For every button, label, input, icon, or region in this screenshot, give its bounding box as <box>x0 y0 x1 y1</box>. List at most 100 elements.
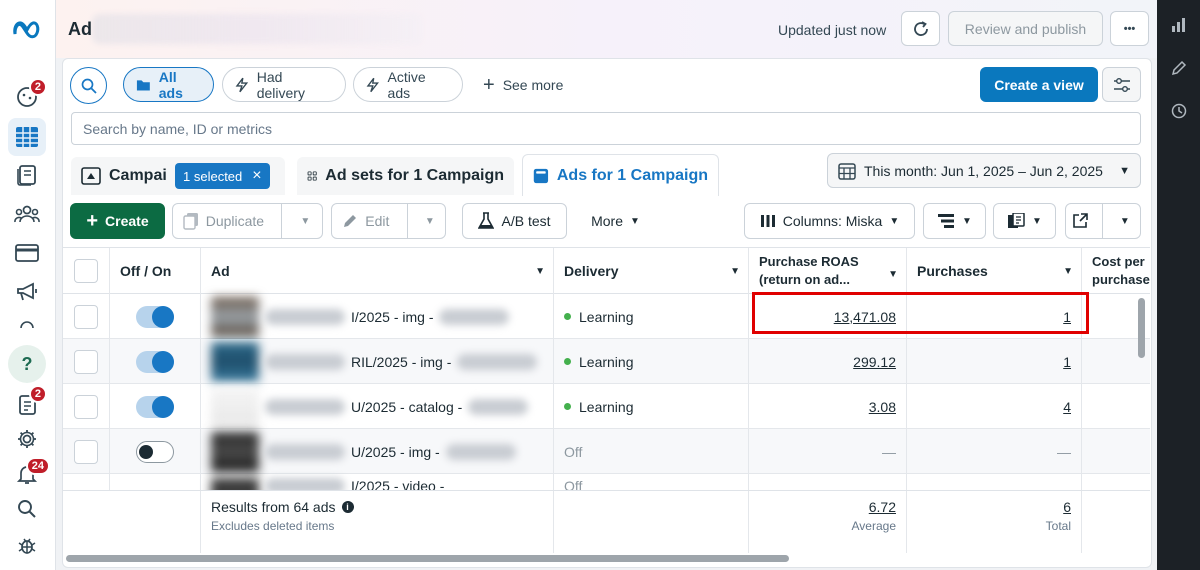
select-all-checkbox[interactable] <box>74 259 98 283</box>
header-purchase-roas[interactable]: Purchase ROAS (return on ad... ▼ <box>749 248 907 294</box>
tab-ad-sets[interactable]: Ad sets for 1 Campaign <box>297 157 514 195</box>
audiences-icon[interactable] <box>8 195 46 233</box>
ad-on-off-toggle[interactable] <box>136 395 174 418</box>
row-checkbox[interactable] <box>74 304 98 329</box>
purchases-value[interactable]: 1 <box>907 339 1082 384</box>
campaign-flag-icon <box>81 167 101 185</box>
purchase-roas-value[interactable]: 13,471.08 <box>749 294 907 339</box>
ad-name-cell[interactable]: I/2025 - img - <box>201 294 554 339</box>
edit-dropdown-chevron-icon[interactable]: ▼ <box>415 216 445 227</box>
table-row[interactable]: RIL/2025 - img - Learning 299.12 1 <box>63 339 1150 384</box>
ads-manager-table-icon[interactable] <box>8 118 46 156</box>
vertical-scrollbar[interactable] <box>1138 298 1145 358</box>
duplicate-dropdown-chevron-icon[interactable]: ▼ <box>289 216 322 227</box>
meta-logo-icon[interactable] <box>8 10 46 48</box>
left-nav-rail: 2 ? 2 24 <box>0 0 56 570</box>
delivery-status: Off <box>564 443 583 460</box>
header-delivery[interactable]: Delivery ▼ <box>554 248 749 294</box>
date-range-picker[interactable]: This month: Jun 1, 2025 – Jun 2, 2025 ▼ <box>827 153 1141 188</box>
filter-active-ads[interactable]: Active ads <box>353 67 463 102</box>
table-row[interactable]: I/2025 - img - Learning 13,471.08 1 <box>63 294 1150 339</box>
ad-on-off-toggle[interactable] <box>136 440 174 463</box>
clear-selection-icon[interactable]: × <box>252 167 261 185</box>
ad-name-cell[interactable]: U/2025 - img - <box>201 429 554 474</box>
refresh-button[interactable] <box>901 11 940 46</box>
history-clock-icon[interactable] <box>1167 99 1191 123</box>
table-row[interactable]: U/2025 - catalog - Learning 3.08 4 <box>63 384 1150 429</box>
ad-on-off-toggle[interactable] <box>136 350 174 373</box>
filter-settings-button[interactable] <box>1102 67 1141 102</box>
bar-chart-icon[interactable] <box>1167 13 1191 37</box>
header-cost-per-purchase[interactable]: Cost per purchase <box>1082 248 1150 294</box>
search-input[interactable] <box>71 112 1141 145</box>
more-actions-button[interactable]: More ▼ <box>578 203 653 239</box>
table-row[interactable]: U/2025 - img - Off — — <box>63 429 1150 474</box>
filter-had-delivery[interactable]: Had delivery <box>222 67 346 102</box>
purchases-value[interactable]: 4 <box>907 384 1082 429</box>
bell-icon[interactable]: 24 <box>8 455 50 493</box>
bug-report-icon[interactable] <box>8 526 46 564</box>
pencil-icon <box>344 215 357 227</box>
reports-button[interactable]: ▼ <box>993 203 1056 239</box>
ad-name-cell[interactable]: U/2025 - catalog - <box>201 384 554 429</box>
header-ad[interactable]: Ad ▼ <box>201 248 554 294</box>
tab-ads[interactable]: Ads for 1 Campaign <box>522 154 719 196</box>
status-dot <box>564 403 571 410</box>
redacted-text <box>265 353 345 370</box>
help-icon[interactable]: ? <box>8 345 46 383</box>
export-dropdown-chevron-icon[interactable]: ▼ <box>1110 216 1140 227</box>
review-publish-button[interactable]: Review and publish <box>948 11 1103 46</box>
search-icon[interactable] <box>8 490 46 528</box>
tab-campaigns[interactable]: Campaigns 1 selected × <box>71 157 285 195</box>
ads-table: Off / On Ad ▼ Delivery ▼ Purchase ROAS (… <box>63 247 1150 553</box>
row-checkbox[interactable] <box>74 349 98 374</box>
purchase-roas-value[interactable]: 299.12 <box>749 339 907 384</box>
purchases-value[interactable]: 1 <box>907 294 1082 339</box>
create-view-button[interactable]: Create a view <box>980 67 1098 102</box>
billing-card-icon[interactable] <box>8 234 46 272</box>
pencil-icon[interactable] <box>1167 56 1191 80</box>
account-icon[interactable]: 2 <box>8 78 47 116</box>
info-icon[interactable]: i <box>341 501 354 513</box>
chevron-down-icon: ▼ <box>889 215 900 227</box>
export-button[interactable]: ▼ <box>1065 203 1141 239</box>
ab-test-button[interactable]: A/B test <box>462 203 567 239</box>
summary-purchases-sub: Total <box>1045 519 1071 533</box>
row-toggle-cell <box>110 429 201 474</box>
delivery-cell: Learning <box>554 294 749 339</box>
settings-gear-icon[interactable] <box>8 420 46 458</box>
row-checkbox[interactable] <box>74 394 98 419</box>
delivery-cell: Learning <box>554 384 749 429</box>
columns-selector[interactable]: Columns: Miska ▼ <box>744 203 915 239</box>
selected-count-badge[interactable]: 1 selected × <box>175 163 270 189</box>
megaphone-icon[interactable] <box>8 273 46 311</box>
purchase-roas-value[interactable]: 3.08 <box>749 384 907 429</box>
duplicate-button[interactable]: Duplicate ▼ <box>172 203 323 239</box>
row-toggle-cell <box>110 384 201 429</box>
filter-all-ads[interactable]: All ads <box>123 67 214 102</box>
loading-icon <box>8 310 46 340</box>
delivery-status: Learning <box>579 353 634 370</box>
search-toggle-button[interactable] <box>70 67 107 104</box>
redacted-text <box>468 398 529 415</box>
more-options-button[interactable]: ••• <box>1110 11 1149 46</box>
create-button[interactable]: + Create <box>70 203 165 239</box>
summary-roas-value[interactable]: 6.72 <box>759 499 896 515</box>
see-more-filters[interactable]: + See more <box>470 67 582 102</box>
ad-on-off-toggle[interactable] <box>136 305 174 328</box>
summary-purchases-value[interactable]: 6 <box>917 499 1071 515</box>
header-off-on: Off / On <box>110 248 201 294</box>
sort-caret-icon: ▼ <box>730 265 740 277</box>
horizontal-scrollbar[interactable] <box>66 555 789 562</box>
more-actions-label: More <box>591 213 623 229</box>
filter-active-ads-label: Active ads <box>387 68 426 101</box>
status-dot <box>564 313 571 320</box>
pages-icon[interactable] <box>8 156 46 194</box>
reports-icon[interactable]: 2 <box>8 385 47 423</box>
breakdown-button[interactable]: ▼ <box>923 203 986 239</box>
header-purchases[interactable]: Purchases ▼ <box>907 248 1082 294</box>
ad-name-cell[interactable]: RIL/2025 - img - <box>201 339 554 384</box>
row-checkbox[interactable] <box>74 439 98 464</box>
edit-button[interactable]: Edit ▼ <box>331 203 446 239</box>
ad-thumbnail <box>211 386 259 427</box>
